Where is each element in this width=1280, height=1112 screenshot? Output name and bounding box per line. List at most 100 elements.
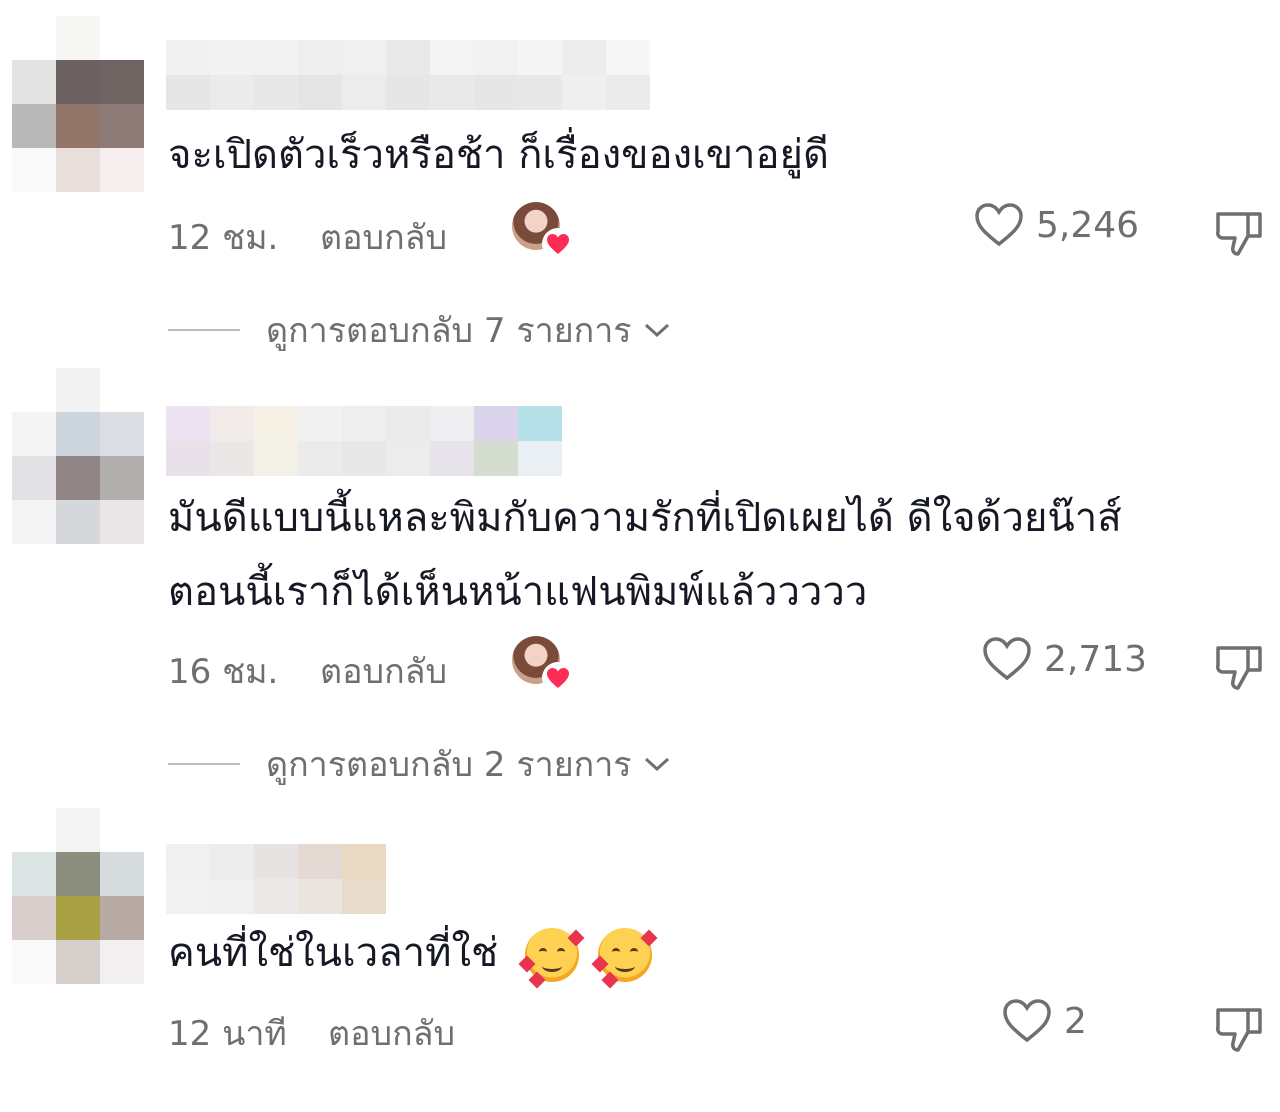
username-pixel <box>166 40 210 75</box>
avatar-pixel <box>100 104 144 148</box>
username-pixel <box>562 75 606 110</box>
username-pixel <box>210 406 254 441</box>
username-pixel <box>430 441 474 476</box>
username-pixel <box>298 75 342 110</box>
username-pixel <box>210 844 254 879</box>
like-control[interactable]: 5,246 <box>974 202 1139 248</box>
avatar-pixel <box>12 940 56 984</box>
heart-outline-icon[interactable] <box>982 636 1032 682</box>
view-replies-button[interactable]: ดูการตอบกลับ 7 รายการ <box>168 300 670 360</box>
divider <box>168 329 240 331</box>
comment-meta: 12 นาที ตอบกลับ 2 <box>168 998 1262 1060</box>
username-pixel <box>254 75 298 110</box>
chevron-down-icon <box>644 323 669 338</box>
avatar-pixel <box>56 808 100 852</box>
username-pixel <box>254 406 298 441</box>
like-count: 2 <box>1064 1000 1087 1042</box>
dislike-button[interactable] <box>1212 1000 1268 1065</box>
username-pixel <box>210 879 254 914</box>
username-pixel <box>474 40 518 75</box>
avatar-pixel <box>100 16 144 60</box>
avatar-pixel <box>100 148 144 192</box>
username-pixel <box>386 406 430 441</box>
username-pixel <box>606 75 650 110</box>
avatar-pixel <box>100 368 144 412</box>
heart-badge-icon <box>542 228 574 260</box>
divider <box>168 763 240 765</box>
avatar-pixel <box>12 852 56 896</box>
username-pixel <box>298 879 342 914</box>
avatar-pixel <box>56 368 100 412</box>
avatar-pixel <box>56 60 100 104</box>
comment-meta: 16 ชม. ตอบกลับ 2,713 <box>168 636 1262 698</box>
reply-button[interactable]: ตอบกลับ <box>328 1006 455 1060</box>
username-pixel <box>386 75 430 110</box>
avatar-pixel <box>100 60 144 104</box>
avatar-pixel <box>12 456 56 500</box>
avatar-pixel <box>56 16 100 60</box>
username-pixel <box>210 75 254 110</box>
avatar-pixel <box>100 808 144 852</box>
avatar-pixel <box>12 808 56 852</box>
dislike-button[interactable] <box>1212 204 1268 269</box>
username-pixel <box>210 441 254 476</box>
avatar-pixel <box>100 852 144 896</box>
creator-liked-badge <box>512 636 574 694</box>
avatar-pixel <box>56 412 100 456</box>
heart-outline-icon[interactable] <box>974 202 1024 248</box>
comment-time: 12 นาที <box>168 1014 287 1054</box>
thumbs-down-icon[interactable] <box>1212 204 1268 260</box>
avatar-pixel <box>12 500 56 544</box>
avatar-pixel <box>12 896 56 940</box>
avatar[interactable] <box>12 368 144 544</box>
username-blurred[interactable] <box>166 40 650 110</box>
thumbs-down-icon[interactable] <box>1212 638 1268 694</box>
username-pixel <box>430 406 474 441</box>
dislike-button[interactable] <box>1212 638 1268 703</box>
username-blurred[interactable] <box>166 844 386 914</box>
username-pixel <box>166 441 210 476</box>
like-control[interactable]: 2,713 <box>982 636 1147 682</box>
username-pixel <box>166 406 210 441</box>
username-pixel <box>254 879 298 914</box>
username-pixel <box>254 40 298 75</box>
username-pixel <box>342 406 386 441</box>
avatar-pixel <box>100 412 144 456</box>
comment-time: 12 ชม. <box>168 218 279 258</box>
username-pixel <box>166 75 210 110</box>
like-count: 2,713 <box>1044 638 1148 680</box>
avatar-pixel <box>56 940 100 984</box>
avatar[interactable] <box>12 808 144 984</box>
avatar-pixel <box>100 940 144 984</box>
username-pixel <box>430 75 474 110</box>
avatar-pixel <box>56 456 100 500</box>
username-pixel <box>298 40 342 75</box>
avatar-pixel <box>56 104 100 148</box>
avatar-pixel <box>56 896 100 940</box>
smiling-face-with-hearts-icon <box>591 928 658 989</box>
username-pixel <box>342 441 386 476</box>
username-pixel <box>606 40 650 75</box>
username-pixel <box>430 40 474 75</box>
username-pixel <box>298 441 342 476</box>
reply-button[interactable]: ตอบกลับ <box>320 210 447 264</box>
username-blurred[interactable] <box>166 406 562 476</box>
avatar[interactable] <box>12 16 144 192</box>
thumbs-down-icon[interactable] <box>1212 1000 1268 1056</box>
like-control[interactable]: 2 <box>1002 998 1087 1044</box>
username-pixel <box>518 75 562 110</box>
username-pixel <box>342 40 386 75</box>
heart-outline-icon[interactable] <box>1002 998 1052 1044</box>
username-pixel <box>518 40 562 75</box>
reply-button[interactable]: ตอบกลับ <box>320 644 447 698</box>
view-replies-button[interactable]: ดูการตอบกลับ 2 รายการ <box>168 734 670 794</box>
comment-meta: 12 ชม. ตอบกลับ 5,246 <box>168 202 1262 264</box>
creator-liked-badge <box>512 202 574 260</box>
comment-text: คนที่ใช่ในเวลาที่ใช่ <box>168 916 658 990</box>
username-pixel <box>474 406 518 441</box>
smiling-face-with-hearts-icon <box>518 928 585 989</box>
avatar-pixel <box>100 896 144 940</box>
username-pixel <box>518 441 562 476</box>
comment-text: มันดีแบบนี้แหละพิมกับความรักที่เปิดเผยได… <box>168 495 1122 615</box>
avatar-pixel <box>100 500 144 544</box>
